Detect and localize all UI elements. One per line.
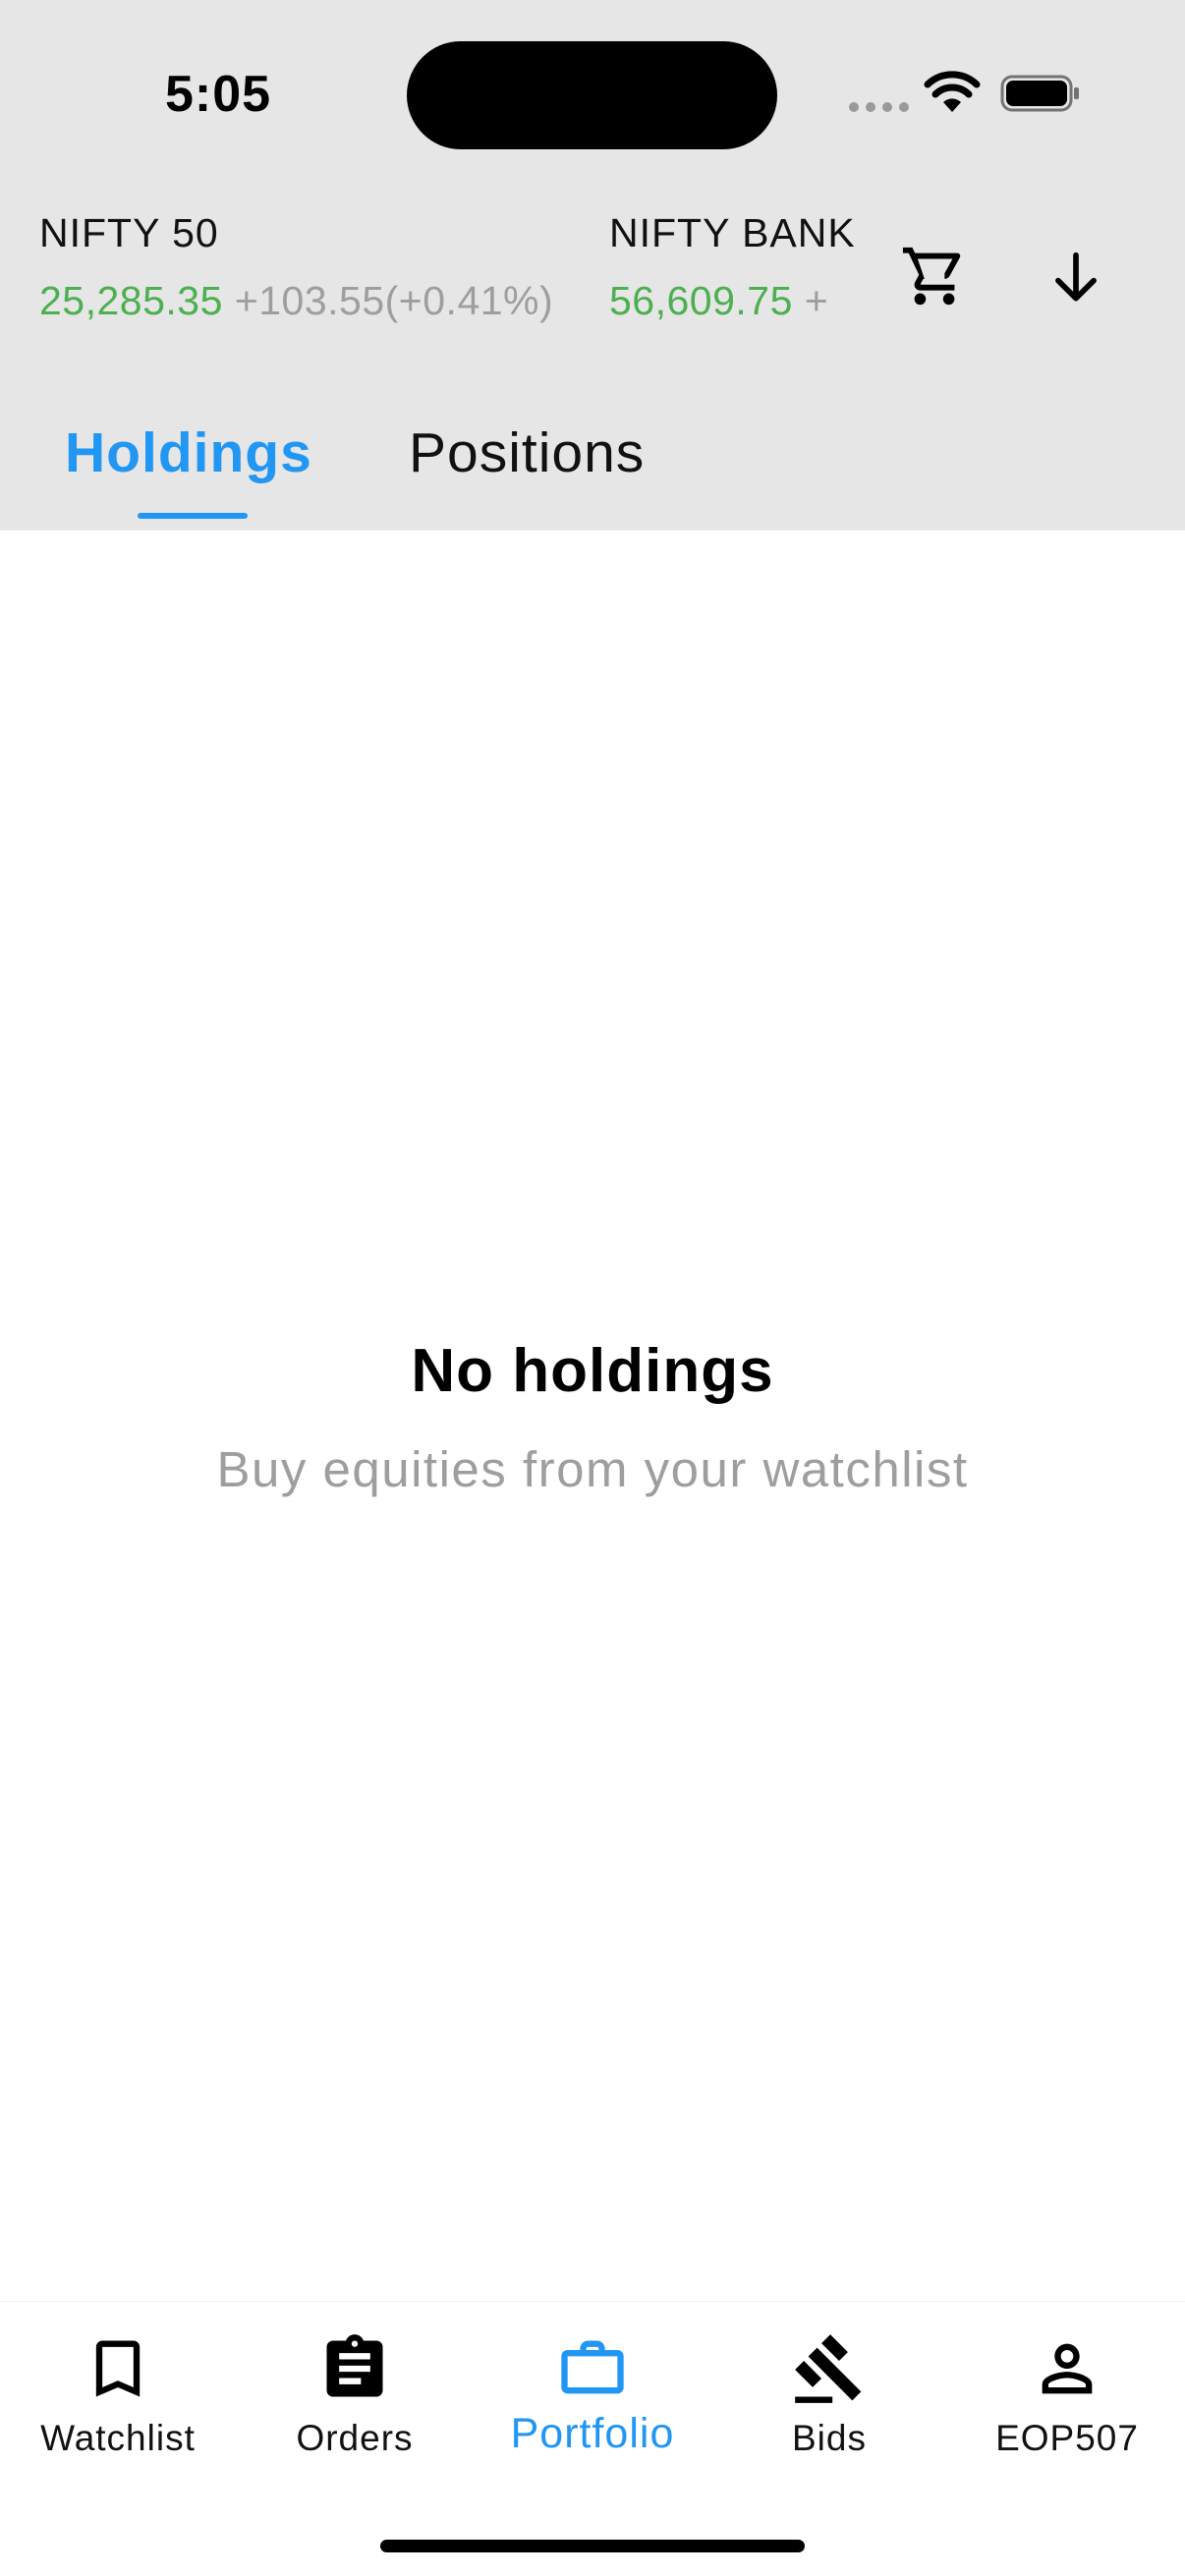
briefcase-icon <box>561 2340 624 2394</box>
nav-label: Portfolio <box>510 2410 675 2457</box>
shopping-cart-icon[interactable] <box>900 242 969 310</box>
index-name: NIFTY BANK <box>609 210 856 255</box>
index-name: NIFTY 50 <box>39 210 219 255</box>
index-change: +103.55(+0.41%) <box>234 278 554 323</box>
index-nifty-50[interactable]: NIFTY 50 25,285.35 +103.55(+0.41%) <box>39 210 553 324</box>
home-indicator[interactable] <box>380 2540 805 2552</box>
nav-label: Orders <box>296 2418 414 2458</box>
nav-item-portfolio[interactable]: Portfolio <box>475 2331 710 2458</box>
index-price: 25,285.35 <box>39 278 223 323</box>
nav-label: Bids <box>792 2418 867 2458</box>
bookmark-icon <box>95 2340 141 2397</box>
cellular-signal-icon <box>849 102 909 112</box>
bottom-navigation: Watchlist Orders Portfolio Bids EOP507 <box>0 2301 1185 2576</box>
tab-holdings[interactable]: Holdings <box>65 420 312 485</box>
tab-positions[interactable]: Positions <box>409 420 645 485</box>
wifi-icon <box>924 71 981 112</box>
index-price: 56,609.75 <box>609 278 793 323</box>
gavel-icon <box>795 2334 862 2403</box>
nav-item-profile[interactable]: EOP507 <box>949 2331 1185 2459</box>
empty-state-title: No holdings <box>411 1337 774 1405</box>
empty-state-subtitle: Buy equities from your watchlist <box>216 1441 969 1497</box>
index-nifty-bank[interactable]: NIFTY BANK 56,609.75 + <box>609 210 857 324</box>
nav-item-orders[interactable]: Orders <box>237 2331 473 2459</box>
nav-label: EOP507 <box>995 2418 1139 2458</box>
person-icon <box>1042 2343 1093 2394</box>
clipboard-icon <box>326 2334 383 2397</box>
status-time: 5:05 <box>165 66 272 123</box>
nav-label: Watchlist <box>40 2418 196 2458</box>
dynamic-island <box>407 41 777 149</box>
arrow-down-icon[interactable] <box>1045 246 1106 310</box>
nav-item-bids[interactable]: Bids <box>711 2331 947 2459</box>
battery-icon <box>1000 75 1079 112</box>
nav-item-watchlist[interactable]: Watchlist <box>0 2331 236 2459</box>
active-tab-indicator <box>138 513 248 519</box>
index-change: + <box>804 278 829 323</box>
